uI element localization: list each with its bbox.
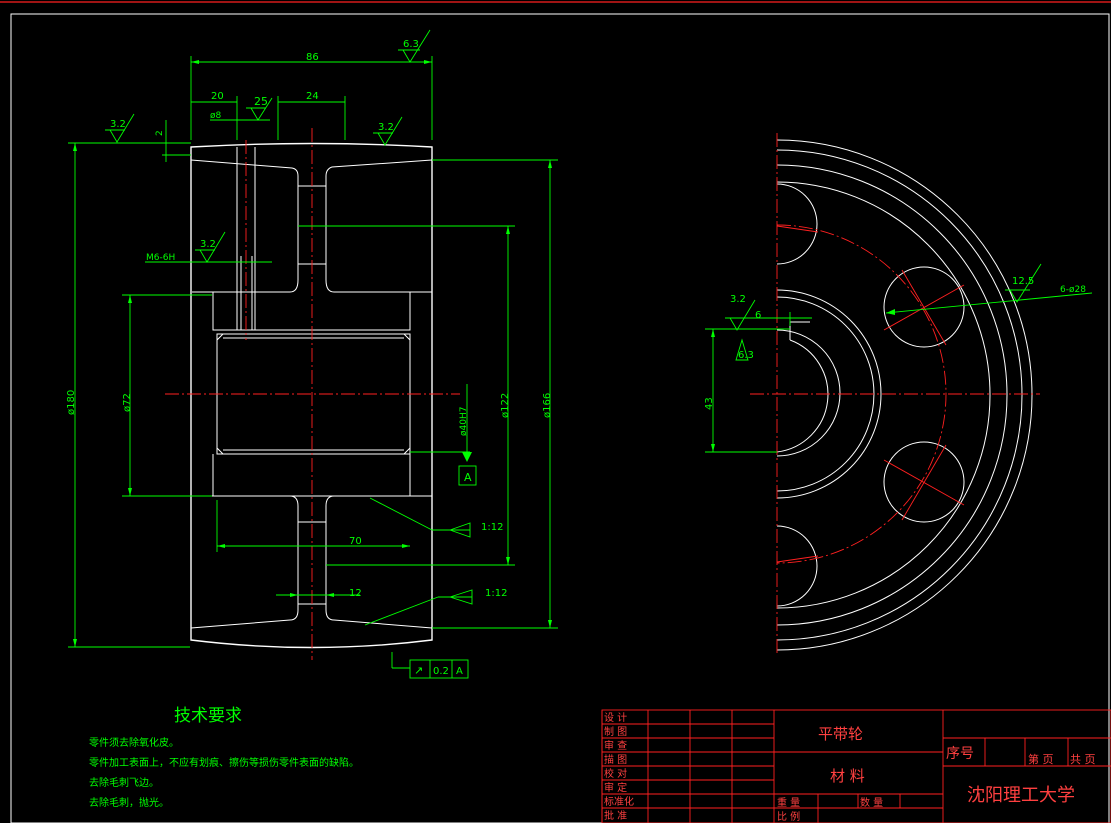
dim-24: 24 — [306, 91, 319, 102]
taper-1: 1:12 — [481, 522, 503, 533]
school-name: 沈阳理工大学 — [967, 785, 1075, 806]
note-item: 去除毛刺飞边。 — [89, 776, 159, 789]
runout-symbol: ↗ — [414, 664, 423, 677]
scale-label: 比 例 — [777, 810, 800, 823]
runout-tolerance: 0.2 — [433, 666, 449, 677]
dim-2: 2 — [155, 130, 165, 136]
dim-phi72: ø72 — [122, 393, 133, 412]
seq-label: 序号 — [946, 746, 974, 762]
roughness-3-2: 3.2 — [730, 294, 746, 305]
dim-phi180: ø180 — [66, 390, 77, 415]
annotation-layer: 86 20 25 24 ø8 2 M6-6H ø180 ø72 ø40H7 ø1… — [66, 39, 1096, 823]
dim-holes: 6-ø28 — [1060, 285, 1086, 295]
material-label: 材 料 — [830, 767, 865, 785]
total-label: 共 页 — [1070, 753, 1096, 766]
tb-label: 标准化 — [604, 795, 634, 808]
note-item: 零件须去除氧化皮。 — [89, 736, 179, 749]
notes-title: 技术要求 — [174, 706, 242, 726]
tb-label: 审 定 — [604, 781, 627, 794]
tb-label: 批 准 — [604, 809, 627, 822]
dim-phi40: ø40H7 — [459, 407, 469, 436]
roughness-6-3: 6.3 — [738, 350, 754, 361]
roughness-3-2: 3.2 — [378, 122, 394, 133]
dim-m6: M6-6H — [146, 253, 175, 263]
runout-datum: A — [456, 666, 463, 677]
tb-label: 描 图 — [604, 753, 627, 766]
roughness-12-5: 12.5 — [1012, 276, 1034, 287]
dim-86: 86 — [306, 52, 319, 63]
tb-label: 校 对 — [604, 767, 627, 780]
dim-20: 20 — [211, 91, 224, 102]
tb-label: 制 图 — [604, 725, 627, 738]
page-label: 第 页 — [1028, 752, 1054, 766]
dim-12: 12 — [349, 588, 362, 599]
tb-label: 设 计 — [604, 711, 627, 724]
dim-phi8: ø8 — [210, 111, 222, 121]
note-item: 零件加工表面上，不应有划痕、擦伤等损伤零件表面的缺陷。 — [89, 756, 359, 769]
dim-70: 70 — [349, 536, 362, 547]
roughness-6-3: 6.3 — [403, 39, 419, 50]
datum-label: A — [464, 471, 472, 484]
tb-label: 审 查 — [604, 739, 627, 752]
dim-25: 25 — [254, 95, 268, 108]
roughness-3-2: 3.2 — [110, 119, 126, 130]
dim-43: 43 — [704, 397, 715, 410]
dim-phi166: ø166 — [542, 393, 553, 418]
dim-phi122: ø122 — [500, 393, 511, 418]
note-item: 去除毛刺，抛光。 — [89, 796, 169, 809]
dim-6: 6 — [755, 310, 761, 321]
roughness-3-2: 3.2 — [200, 239, 216, 250]
taper-2: 1:12 — [485, 588, 507, 599]
weight-label: 重 量 — [777, 796, 800, 809]
quantity-label: 数 量 — [860, 796, 883, 809]
part-name: 平带轮 — [818, 725, 863, 743]
